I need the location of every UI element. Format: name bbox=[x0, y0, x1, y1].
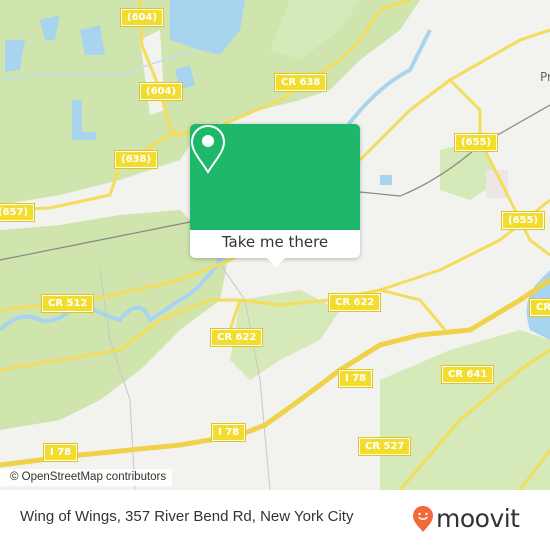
moovit-pin-icon bbox=[413, 505, 433, 532]
road-shield: CR 622 bbox=[327, 293, 382, 312]
map-attribution[interactable]: © OpenStreetMap contributors bbox=[0, 469, 173, 486]
destination-popup[interactable]: Take me there bbox=[190, 124, 360, 267]
road bbox=[379, 288, 447, 331]
footer: Wing of Wings, 357 River Bend Rd, New Yo… bbox=[0, 490, 550, 550]
road-shield: CR 527 bbox=[357, 437, 412, 456]
road-shield: (655) bbox=[453, 133, 499, 152]
road-shield: CR 512 bbox=[40, 294, 95, 313]
map[interactable]: (604) (604) CR 638 (638) (657) (655) (65… bbox=[0, 0, 550, 490]
address-text: Wing of Wings, 357 River Bend Rd, New Yo… bbox=[20, 508, 354, 525]
road-shield: CR 622 bbox=[209, 328, 264, 347]
map-pin-icon bbox=[190, 124, 226, 174]
road-shield: I 78 bbox=[210, 423, 247, 442]
popup-pointer bbox=[267, 258, 285, 267]
road-shield: I 78 bbox=[42, 443, 79, 462]
moovit-logo[interactable]: moovit bbox=[412, 504, 520, 533]
popup-header[interactable] bbox=[190, 124, 360, 230]
take-me-there-button[interactable]: Take me there bbox=[190, 230, 360, 258]
road-shield: (655) bbox=[500, 211, 546, 230]
road-shield: (657) bbox=[0, 203, 36, 222]
brand-wordmark: moovit bbox=[436, 504, 520, 533]
road-shield: CR 638 bbox=[273, 73, 328, 92]
water-body bbox=[380, 175, 392, 185]
road-shield: (604) bbox=[119, 8, 165, 27]
road-shield: (638) bbox=[113, 150, 159, 169]
road-shield: (604) bbox=[138, 82, 184, 101]
road-shield: CR 641 bbox=[440, 365, 495, 384]
road-shield: I 78 bbox=[337, 369, 374, 388]
road-shield: CR bbox=[528, 298, 550, 317]
place-label: Pr bbox=[540, 70, 550, 84]
forest-area bbox=[380, 330, 550, 490]
